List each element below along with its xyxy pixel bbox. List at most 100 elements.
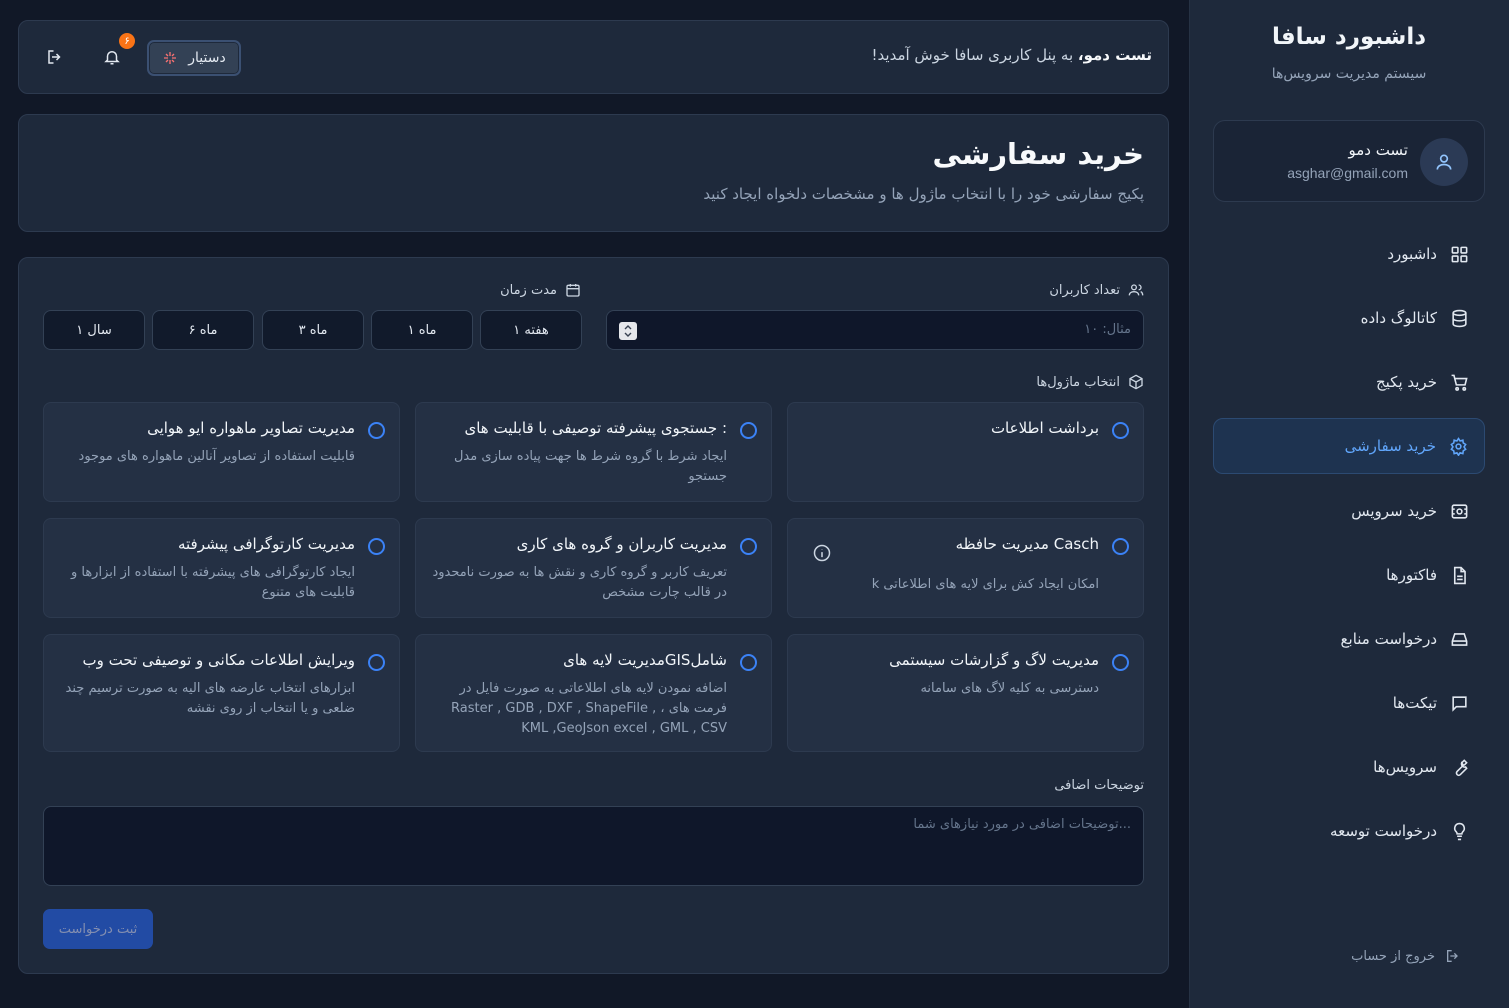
module-radio[interactable] <box>368 654 385 671</box>
page-title: خرید سفارشی <box>932 137 1144 171</box>
module-card-log-reports[interactable]: مدیریت لاگ و گزارشات سیستمی دسترسی به کل… <box>787 634 1144 752</box>
users-count-label: تعداد کاربران <box>1049 282 1144 298</box>
top-bar: تست دمو، به پنل کاربری سافا خوش آمدید! د… <box>18 20 1169 94</box>
module-description: ابزارهای انتخاب عارضه های الیه به صورت ت… <box>65 681 355 716</box>
user-email: asghar@gmail.com <box>1287 165 1408 181</box>
sidebar: داشبورد سافا سیستم مدیریت سرویس‌ها تست د… <box>1189 0 1509 1008</box>
sidebar-item-buy-service[interactable]: خرید سرویس <box>1213 483 1485 539</box>
brand-subtitle: سیستم مدیریت سرویس‌ها <box>1271 66 1427 82</box>
sidebar-item-data-catalog[interactable]: کاتالوگ داده <box>1213 290 1485 346</box>
sidebar-item-label: درخواست توسعه <box>1330 822 1437 840</box>
logout-button[interactable]: خروج از حساب <box>1351 948 1461 964</box>
module-description: اضافه نمودن لایه های اطلاعاتی به صورت فا… <box>451 681 727 736</box>
module-description: ایجاد کارتوگرافی های پیشرفته با استفاده … <box>70 565 355 600</box>
notification-badge: ۶ <box>119 33 135 49</box>
module-title: مدیریت لایه هایGISشامل <box>563 651 727 669</box>
module-radio[interactable] <box>740 538 757 555</box>
module-card-web-editing[interactable]: ویرایش اطلاعات مکانی و توصیفی تحت وب ابز… <box>43 634 400 752</box>
sidebar-item-custom-purchase[interactable]: خرید سفارشی <box>1213 418 1485 474</box>
notes-label: توضیحات اضافی <box>1054 778 1144 793</box>
module-card-cache-management[interactable]: مدیریت حافظه Casch امکان ایجاد کش برای ل… <box>787 518 1144 618</box>
module-card-gis-layers[interactable]: مدیریت لایه هایGISشامل اضافه نمودن لایه … <box>415 634 772 752</box>
sidebar-item-resource-request[interactable]: درخواست منابع <box>1213 611 1485 667</box>
calendar-icon <box>566 284 580 297</box>
duration-1-year[interactable]: ۱ سال <box>43 310 145 350</box>
submit-button[interactable]: ثبت درخواست <box>43 909 153 949</box>
notes-placeholder: توضیحات اضافی در مورد نیازهای شما... <box>913 817 1131 832</box>
sidebar-item-dashboard[interactable]: داشبورد <box>1213 226 1485 282</box>
module-card-advanced-search[interactable]: جستجوی پیشرفته توصیفی با قابلیت های : ای… <box>415 402 772 502</box>
modules-label-text: انتخاب ماژول‌ها <box>1036 374 1120 390</box>
message-icon <box>1449 693 1469 713</box>
duration-1-month[interactable]: ۱ ماه <box>371 310 473 350</box>
module-card-cartography[interactable]: مدیریت کارتوگرافی پیشرفته ایجاد کارتوگرا… <box>43 518 400 618</box>
sidebar-item-label: فاکتورها <box>1386 566 1437 584</box>
sidebar-item-dev-request[interactable]: درخواست توسعه <box>1213 803 1485 859</box>
module-title: مدیریت کارتوگرافی پیشرفته <box>177 535 355 553</box>
package-icon <box>1129 374 1143 390</box>
sparkle-icon <box>164 52 177 64</box>
users-count-input[interactable]: مثال: ۱۰ <box>606 310 1144 350</box>
welcome-text: به پنل کاربری سافا خوش آمدید! <box>871 46 1078 64</box>
exit-button[interactable] <box>46 48 66 68</box>
gear-icon <box>1448 436 1468 456</box>
logout-label: خروج از حساب <box>1351 948 1435 964</box>
module-title: مدیریت حافظه Casch <box>955 535 1099 553</box>
wrench-icon <box>1449 757 1469 777</box>
module-card-data-extraction[interactable]: برداشت اطلاعات <box>787 402 1144 502</box>
sidebar-item-invoices[interactable]: فاکتورها <box>1213 547 1485 603</box>
sidebar-item-label: داشبورد <box>1387 245 1437 263</box>
module-card-user-management[interactable]: مدیریت کاربران و گروه های کاری تعریف کار… <box>415 518 772 618</box>
bulb-icon <box>1449 821 1469 841</box>
users-count-placeholder: مثال: ۱۰ <box>1084 322 1131 337</box>
page-subtitle: پکیج سفارشی خود را با انتخاب ماژول ها و … <box>703 185 1144 203</box>
module-radio[interactable] <box>740 654 757 671</box>
modules-label: انتخاب ماژول‌ها <box>1036 374 1144 390</box>
module-title: برداشت اطلاعات <box>990 419 1099 437</box>
grid-icon <box>1449 244 1469 264</box>
module-radio[interactable] <box>1112 422 1129 439</box>
assistant-label: دستیار <box>188 50 226 66</box>
sidebar-item-label: خرید سرویس <box>1351 502 1437 520</box>
page-header: خرید سفارشی پکیج سفارشی خود را با انتخاب… <box>18 114 1169 232</box>
welcome-name: تست دمو، <box>1077 46 1152 64</box>
duration-1-week[interactable]: ۱ هفته <box>480 310 582 350</box>
document-icon <box>1449 565 1469 585</box>
module-card-satellite-imagery[interactable]: مدیریت تصاویر ماهواره ایو هوایی قابلیت ا… <box>43 402 400 502</box>
users-count-label-text: تعداد کاربران <box>1049 282 1120 298</box>
notification-button[interactable] <box>103 48 123 68</box>
sidebar-item-services[interactable]: سرویس‌ها <box>1213 739 1485 795</box>
logout-icon <box>1447 950 1458 962</box>
module-title: جستجوی پیشرفته توصیفی با قابلیت های : <box>464 419 728 437</box>
module-radio[interactable] <box>368 422 385 439</box>
module-description: دسترسی به کلیه لاگ های سامانه <box>920 681 1099 696</box>
assistant-button[interactable]: دستیار <box>147 40 241 76</box>
sidebar-item-tickets[interactable]: تیکت‌ها <box>1213 675 1485 731</box>
module-title: ویرایش اطلاعات مکانی و توصیفی تحت وب <box>82 651 355 669</box>
duration-3-months[interactable]: ۳ ماه <box>262 310 364 350</box>
info-icon[interactable] <box>812 543 832 563</box>
number-stepper[interactable] <box>619 322 637 340</box>
cart-icon <box>1449 372 1469 392</box>
sidebar-item-label: خرید پکیج <box>1375 373 1437 391</box>
module-radio[interactable] <box>740 422 757 439</box>
module-description: ایجاد شرط با گروه شرط ها جهت پیاده سازی … <box>453 449 727 484</box>
module-title: مدیریت لاگ و گزارشات سیستمی <box>889 651 1099 669</box>
users-icon <box>1128 284 1144 296</box>
welcome-message: تست دمو، به پنل کاربری سافا خوش آمدید! <box>872 46 1152 64</box>
avatar <box>1420 138 1468 186</box>
sidebar-item-label: درخواست منابع <box>1340 630 1437 648</box>
service-icon <box>1449 501 1469 521</box>
module-title: مدیریت کاربران و گروه های کاری <box>516 535 727 553</box>
brand-title: داشبورد سافا <box>1271 24 1427 50</box>
duration-label: مدت زمان <box>500 282 581 298</box>
sidebar-item-label: تیکت‌ها <box>1392 694 1437 712</box>
module-radio[interactable] <box>1112 538 1129 555</box>
module-description: تعریف کاربر و گروه کاری و نقش ها به صورت… <box>432 565 727 600</box>
module-radio[interactable] <box>1112 654 1129 671</box>
sidebar-item-buy-package[interactable]: خرید پکیج <box>1213 354 1485 410</box>
user-card[interactable]: تست دمو asghar@gmail.com <box>1213 120 1485 202</box>
notes-textarea[interactable]: توضیحات اضافی در مورد نیازهای شما... <box>43 806 1144 886</box>
duration-6-months[interactable]: ۶ ماه <box>152 310 254 350</box>
module-radio[interactable] <box>368 538 385 555</box>
